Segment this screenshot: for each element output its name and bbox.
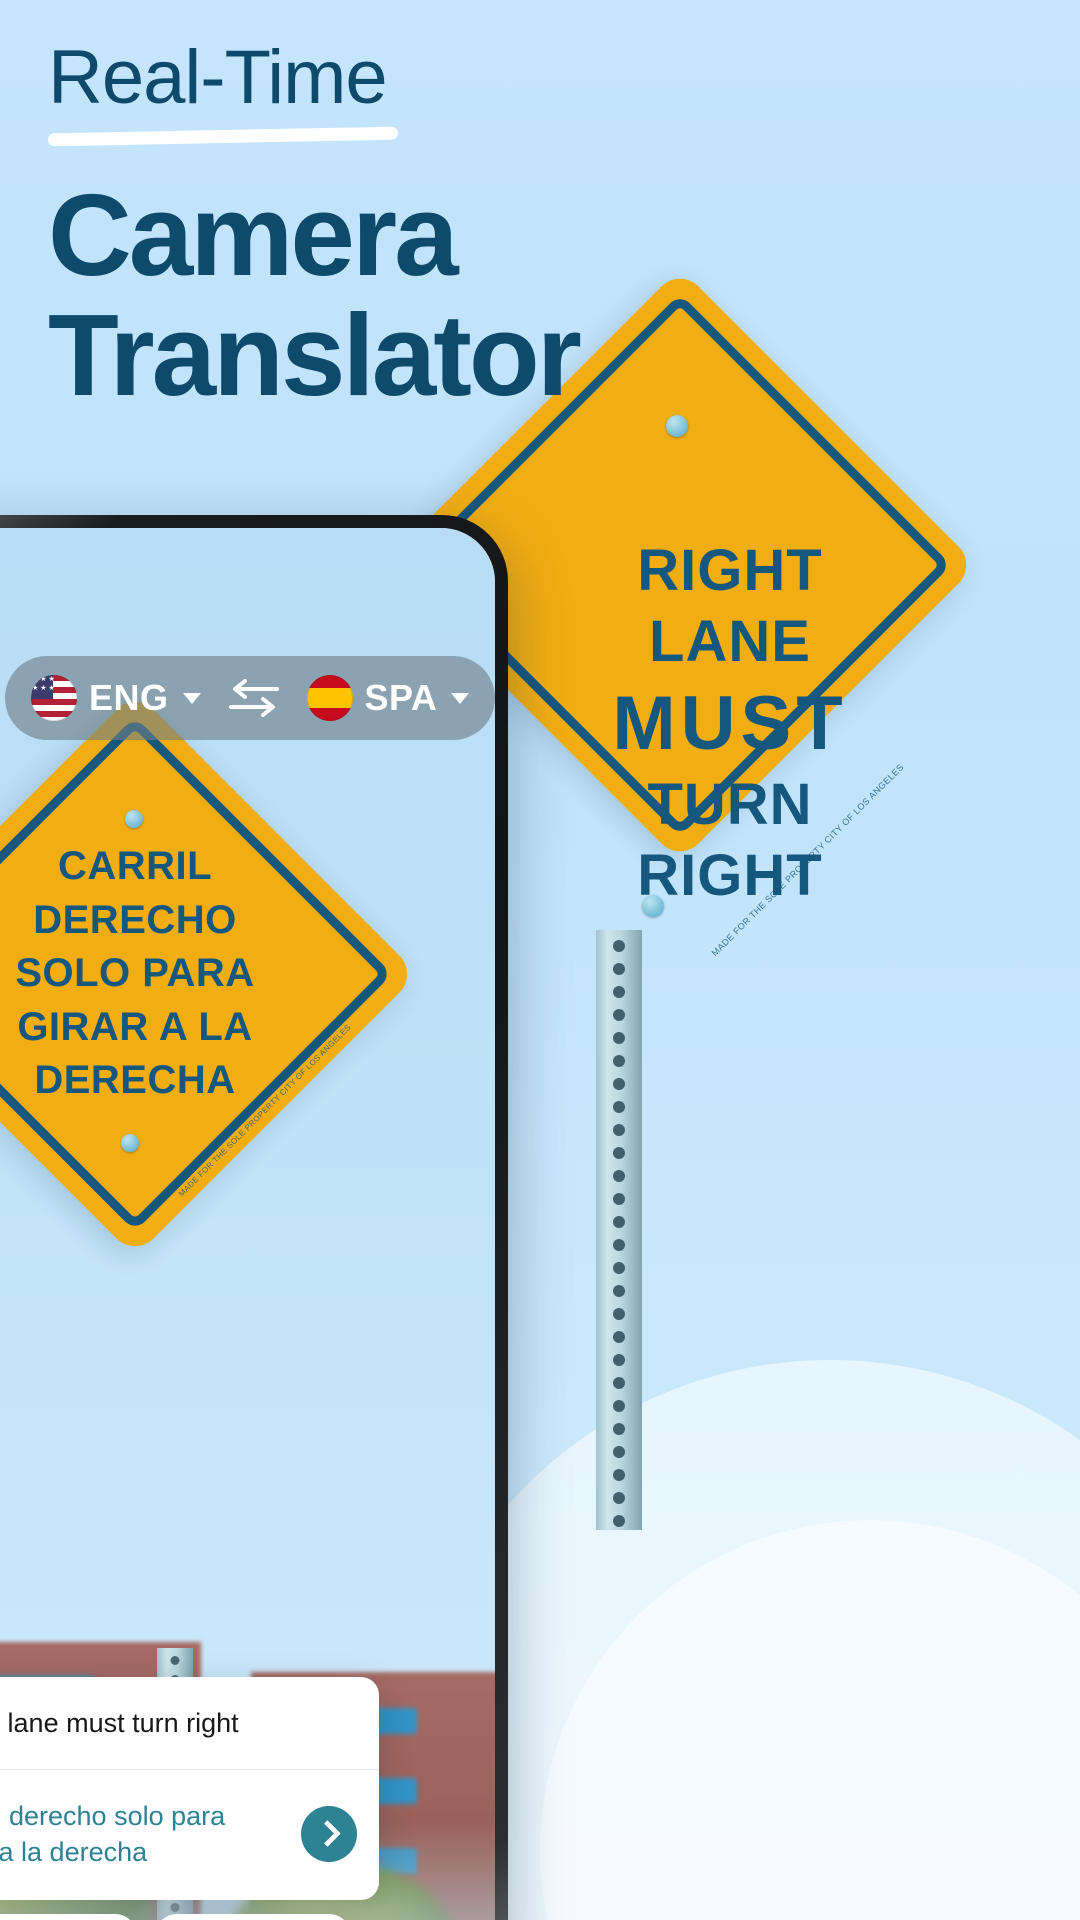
post-hole: [613, 1078, 625, 1090]
clear-button[interactable]: Clear: [0, 1914, 137, 1920]
post-hole: [613, 1055, 625, 1067]
post-hole: [613, 1193, 625, 1205]
post-hole: [613, 1239, 625, 1251]
post-hole: [613, 1377, 625, 1389]
post-hole: [613, 1285, 625, 1297]
action-button-row: Clear Select all: [0, 1914, 351, 1920]
headline-kicker: Real-Time: [48, 35, 388, 120]
flag-us-icon: [31, 675, 77, 721]
headline-line-1: Camera: [48, 170, 459, 300]
post-hole: [613, 1469, 625, 1481]
translation-detail-button[interactable]: [301, 1805, 357, 1862]
post-hole: [613, 1331, 625, 1343]
post-hole: [170, 1656, 180, 1665]
post-hole: [613, 1423, 625, 1435]
camera-road-sign: CARRIL DERECHO SOLO PARA GIRAR A LA DERE…: [0, 691, 418, 1257]
language-selector-pill: ENG SPA: [5, 656, 495, 740]
chevron-down-icon: [182, 692, 201, 704]
source-language-code: ENG: [89, 677, 169, 718]
detected-source-text: Right lane must turn right: [0, 1707, 239, 1738]
translation-result-row: Carril derecho solo para girar a la dere…: [0, 1770, 379, 1900]
post-hole: [613, 1032, 625, 1044]
post-hole: [613, 1515, 625, 1527]
chevron-down-icon: [451, 692, 470, 704]
phone-mockup: CARRIL DERECHO SOLO PARA GIRAR A LA DERE…: [0, 515, 508, 1920]
post-hole: [613, 1492, 625, 1504]
post-hole: [613, 1170, 625, 1182]
post-hole: [613, 986, 625, 998]
camera-sign-bolt-bottom: [121, 1134, 139, 1152]
headline-block: Real-Time Camera Translator: [47, 35, 688, 421]
background-road-sign: RIGHT LANE MUST TURN RIGHT MADE FOR THE …: [383, 268, 977, 975]
sign-bolt-bottom: [642, 895, 664, 917]
swap-arrows-icon: [228, 679, 279, 717]
headline-line-2: Translator: [48, 289, 582, 420]
translated-text: Carril derecho solo para girar a la dere…: [0, 1800, 226, 1867]
flag-es-icon: [306, 675, 353, 721]
target-language-code: SPA: [364, 677, 438, 718]
post-hole: [613, 1124, 625, 1136]
select-all-button[interactable]: Select all: [155, 1914, 351, 1920]
target-language-selector[interactable]: SPA: [306, 675, 470, 721]
post-hole: [613, 1262, 625, 1274]
headline-underline: [47, 126, 399, 147]
swap-languages-button[interactable]: [227, 676, 281, 720]
camera-sign-bolt-top: [125, 810, 143, 828]
post-hole: [613, 1354, 625, 1366]
post-hole: [613, 1216, 625, 1228]
post-hole: [613, 1101, 625, 1113]
post-hole: [613, 1009, 625, 1021]
promo-stage: Real-Time Camera Translator RIGHT LANE M…: [0, 0, 1080, 1920]
post-hole: [613, 1147, 625, 1159]
language-toolbar: ENG SPA: [0, 656, 495, 740]
chevron-right-icon: [313, 1820, 341, 1848]
source-language-selector[interactable]: ENG: [31, 675, 201, 721]
translation-card: Right lane must turn right Carril derech…: [0, 1676, 379, 1900]
post-hole: [170, 1903, 180, 1912]
post-hole: [613, 1446, 625, 1458]
phone-screen: CARRIL DERECHO SOLO PARA GIRAR A LA DERE…: [0, 528, 495, 1920]
background-sign-post: [596, 930, 642, 1530]
post-hole: [613, 1400, 625, 1412]
post-hole: [613, 1308, 625, 1320]
